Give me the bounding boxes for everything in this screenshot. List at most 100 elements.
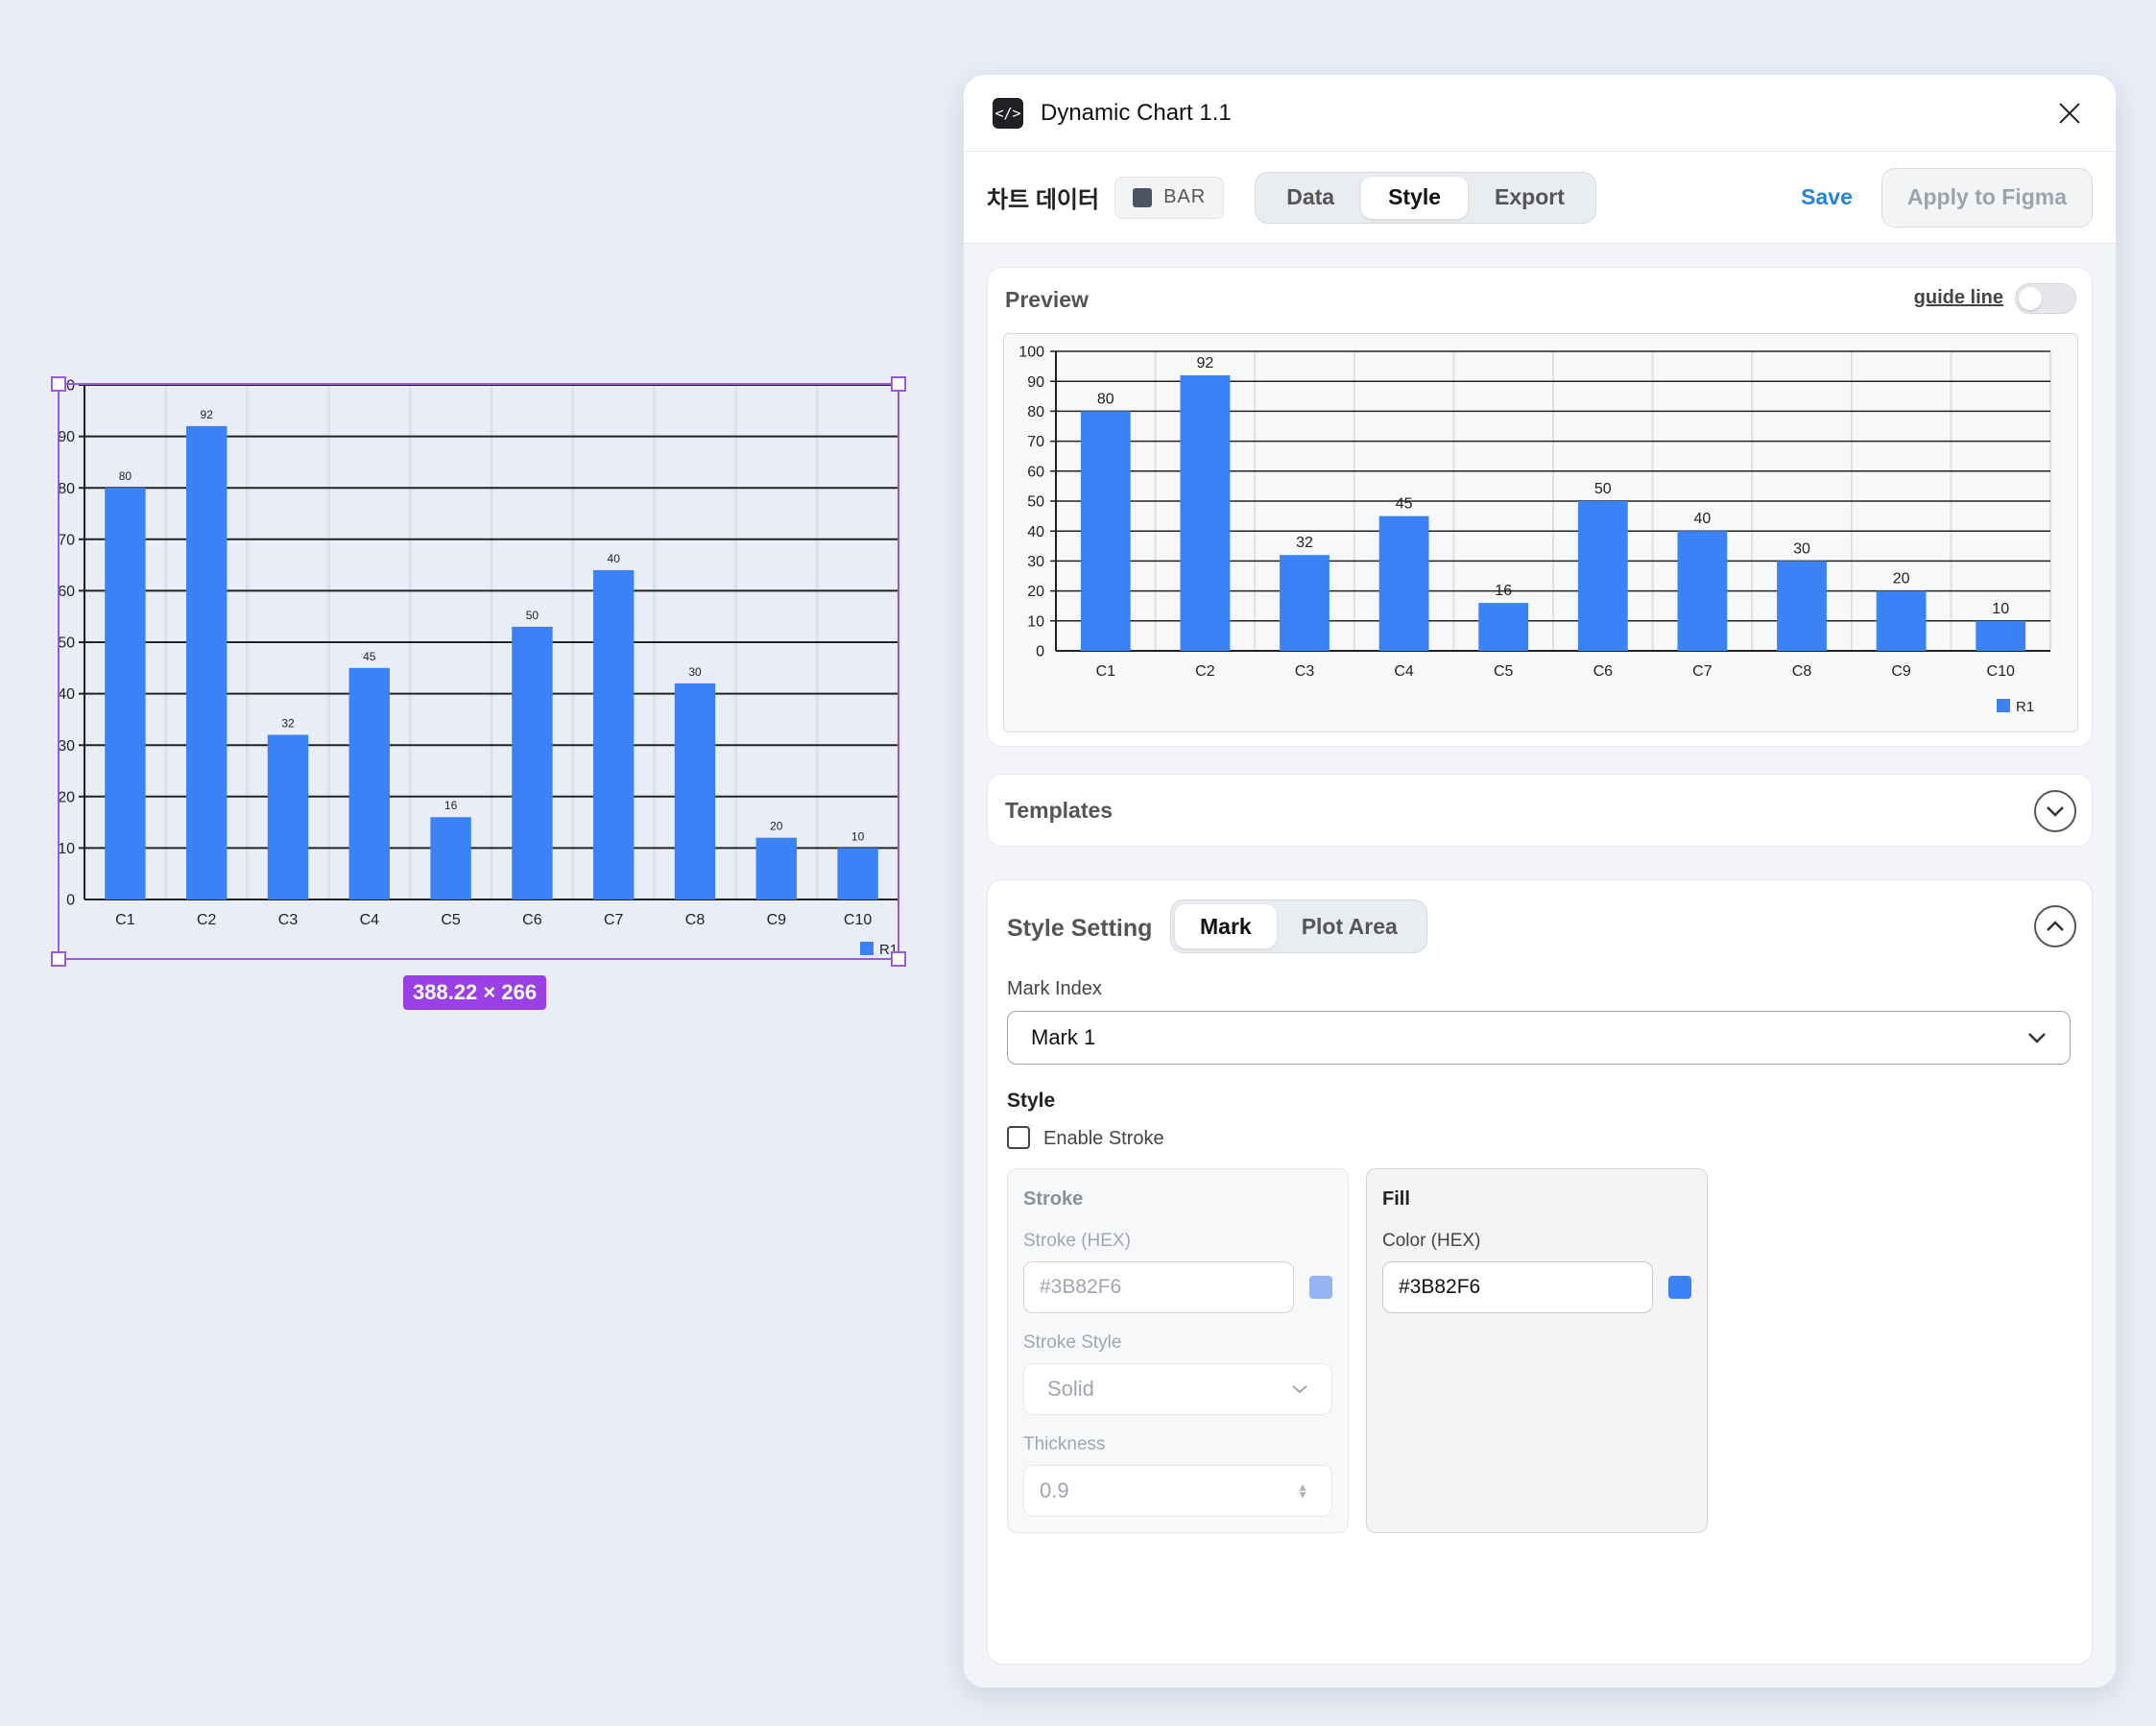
y-tick-label: 10 bbox=[58, 841, 75, 857]
plugin-panel: </> Dynamic Chart 1.1 차트 데이터 BAR Data St… bbox=[964, 75, 2116, 1688]
save-button[interactable]: Save bbox=[1801, 184, 1853, 210]
bar bbox=[755, 837, 797, 899]
data-label: 45 bbox=[363, 650, 376, 663]
bar bbox=[1280, 555, 1330, 651]
y-tick-label: 80 bbox=[1027, 404, 1044, 420]
x-tick-label: C3 bbox=[278, 912, 299, 928]
bar bbox=[267, 734, 309, 899]
data-label: 45 bbox=[1396, 496, 1413, 513]
legend-swatch bbox=[860, 942, 874, 955]
chart-type-label: BAR bbox=[1163, 186, 1207, 207]
y-tick-label: 70 bbox=[1027, 434, 1044, 450]
x-tick-label: C4 bbox=[360, 912, 380, 928]
plugin-titlebar: </> Dynamic Chart 1.1 bbox=[964, 75, 2116, 152]
data-label: 50 bbox=[526, 609, 539, 622]
stroke-hex-label: Stroke (HEX) bbox=[1023, 1231, 1131, 1251]
stroke-hex-input[interactable]: #3B82F6 bbox=[1023, 1261, 1294, 1313]
x-tick-label: C1 bbox=[115, 912, 135, 928]
stroke-color-swatch[interactable] bbox=[1309, 1276, 1332, 1299]
dimension-badge: 388.22 × 266 bbox=[403, 975, 547, 1010]
y-tick-label: 30 bbox=[1027, 554, 1044, 570]
bar bbox=[1577, 501, 1628, 651]
chart-type-button[interactable]: BAR bbox=[1114, 176, 1225, 219]
style-heading: Style bbox=[1007, 1090, 1056, 1112]
y-tick-label: 60 bbox=[1027, 464, 1044, 480]
data-label: 80 bbox=[1097, 391, 1114, 407]
data-label: 40 bbox=[1694, 511, 1712, 527]
mark-index-select[interactable]: Mark 1 bbox=[1007, 1011, 2071, 1065]
tab-export[interactable]: Export bbox=[1468, 177, 1592, 219]
templates-card[interactable]: Templates bbox=[987, 774, 2093, 847]
preview-chart-svg: 0 10 20 30 40 50 60 70 80 90 100 80 C1 92 C2 32 C3 45 C4 16… bbox=[1018, 345, 2051, 715]
fill-title: Fill bbox=[1382, 1188, 1410, 1210]
style-setting-tabs: Mark Plot Area bbox=[1170, 899, 1427, 953]
style-setting-card: Style Setting Mark Plot Area Mark Index … bbox=[987, 879, 2093, 1665]
templates-title: Templates bbox=[1005, 798, 1114, 823]
y-tick-label: 90 bbox=[58, 429, 75, 445]
y-tick-label: 10 bbox=[1027, 613, 1044, 630]
chevron-down-icon bbox=[1292, 1385, 1307, 1394]
tab-style[interactable]: Style bbox=[1361, 176, 1469, 219]
bar bbox=[1777, 561, 1827, 651]
data-label: 92 bbox=[201, 408, 214, 421]
bar bbox=[1976, 620, 2026, 651]
canvas-bar-chart[interactable]: 0 10 20 30 40 50 60 70 80 90 0 80 C1 92 C2 32 C3 45 C4 16 C5… bbox=[56, 378, 900, 960]
preview-chart-area: 0 10 20 30 40 50 60 70 80 90 100 80 C1 92 C2 32 C3 45 C4 16… bbox=[1003, 333, 2078, 732]
bar bbox=[348, 667, 390, 899]
bar bbox=[186, 425, 228, 899]
plugin-title: Dynamic Chart 1.1 bbox=[1041, 99, 1232, 126]
guide-line-toggle[interactable] bbox=[2015, 283, 2076, 314]
bar bbox=[837, 848, 878, 899]
guide-line-label[interactable]: guide line bbox=[1914, 287, 2003, 309]
data-label: 16 bbox=[444, 799, 458, 812]
tab-mark[interactable]: Mark bbox=[1175, 904, 1277, 948]
y-tick-label: 50 bbox=[1027, 494, 1044, 511]
x-tick-label: C10 bbox=[1987, 663, 2015, 680]
x-tick-label: C9 bbox=[767, 912, 787, 928]
x-tick-label: C2 bbox=[197, 912, 217, 928]
thickness-stepper[interactable]: 0.9 ▲ ▼ bbox=[1023, 1465, 1332, 1517]
tab-data[interactable]: Data bbox=[1259, 177, 1361, 219]
stroke-style-label: Stroke Style bbox=[1023, 1332, 1122, 1353]
chevron-up-icon[interactable] bbox=[2034, 905, 2076, 947]
thickness-label: Thickness bbox=[1023, 1434, 1106, 1454]
data-label: 10 bbox=[851, 829, 865, 843]
close-icon[interactable] bbox=[2052, 96, 2087, 131]
fill-hex-label: Color (HEX) bbox=[1382, 1231, 1481, 1251]
stroke-style-value: Solid bbox=[1047, 1377, 1094, 1401]
enable-stroke-checkbox[interactable] bbox=[1007, 1126, 1030, 1149]
main-tabs: Data Style Export bbox=[1255, 171, 1596, 224]
canvas-chart-svg: 0 10 20 30 40 50 60 70 80 90 0 80 C1 92 C2 32 C3 45 C4 16 C5… bbox=[58, 378, 900, 958]
tab-plot-area[interactable]: Plot Area bbox=[1277, 904, 1423, 948]
stroke-style-select[interactable]: Solid bbox=[1023, 1363, 1332, 1415]
x-tick-label: C1 bbox=[1096, 663, 1116, 680]
x-tick-label: C6 bbox=[1593, 663, 1614, 680]
x-tick-label: C8 bbox=[685, 912, 706, 928]
x-tick-label: C7 bbox=[1692, 663, 1713, 680]
apply-to-figma-button[interactable]: Apply to Figma bbox=[1881, 167, 2093, 228]
data-label: 30 bbox=[1793, 540, 1810, 557]
x-tick-label: C5 bbox=[1494, 663, 1514, 680]
data-label: 30 bbox=[688, 665, 702, 679]
y-tick-label: 50 bbox=[58, 635, 75, 652]
y-tick-label: 40 bbox=[58, 686, 75, 703]
bar bbox=[1478, 603, 1529, 651]
data-label: 20 bbox=[1893, 571, 1910, 587]
y-tick-label: 0 bbox=[66, 378, 75, 395]
chevron-down-icon[interactable] bbox=[2034, 790, 2076, 832]
preview-title: Preview bbox=[1005, 287, 1089, 312]
y-tick-label: 0 bbox=[1036, 644, 1044, 660]
bar-chart-icon bbox=[1133, 187, 1153, 207]
fill-hex-input[interactable]: #3B82F6 bbox=[1382, 1261, 1653, 1313]
stroke-title: Stroke bbox=[1023, 1188, 1084, 1210]
y-tick-label: 20 bbox=[58, 789, 75, 805]
bar bbox=[674, 683, 716, 899]
code-icon: </> bbox=[993, 97, 1023, 129]
enable-stroke-label: Enable Stroke bbox=[1043, 1128, 1164, 1149]
data-label: 10 bbox=[1992, 601, 2009, 617]
fill-color-swatch[interactable] bbox=[1668, 1276, 1691, 1299]
bar bbox=[1378, 515, 1429, 651]
legend-label: R1 bbox=[2016, 699, 2034, 715]
x-tick-label: C2 bbox=[1195, 663, 1215, 680]
x-tick-label: C9 bbox=[1891, 663, 1911, 680]
